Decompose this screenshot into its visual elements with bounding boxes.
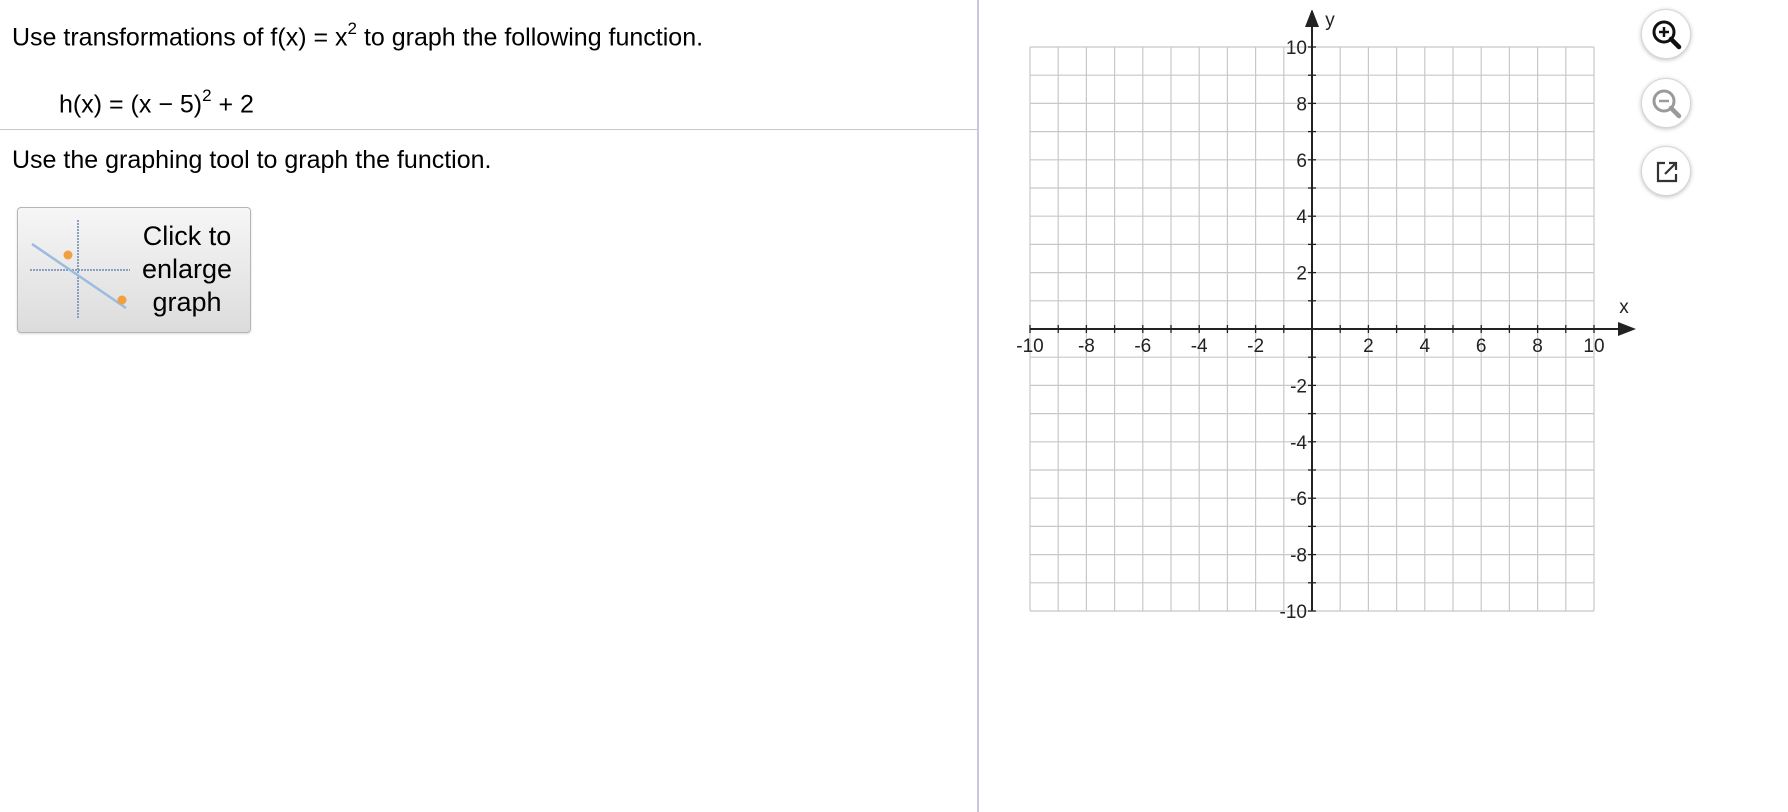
y-tick-label: 2 bbox=[1296, 264, 1307, 285]
y-tick-label: -2 bbox=[1290, 376, 1307, 397]
x-tick-label: 6 bbox=[1476, 336, 1487, 357]
popout-button[interactable] bbox=[1641, 146, 1691, 196]
zoom-out-button[interactable] bbox=[1641, 78, 1691, 128]
function-suffix: + 2 bbox=[211, 90, 254, 119]
external-link-icon bbox=[1656, 161, 1678, 183]
y-tick-label: -10 bbox=[1280, 602, 1307, 623]
y-axis-label: y bbox=[1325, 10, 1335, 31]
graph-thumbnail-icon bbox=[30, 220, 130, 318]
question-exponent: 2 bbox=[347, 19, 357, 38]
function-prefix: h(x) = (x − 5) bbox=[59, 90, 203, 119]
y-tick-label: -6 bbox=[1290, 489, 1307, 510]
x-tick-label: 2 bbox=[1363, 336, 1374, 357]
y-tick-label: 8 bbox=[1296, 94, 1307, 115]
enlarge-label-line2: enlarge bbox=[141, 254, 233, 284]
x-tick-label: -8 bbox=[1078, 336, 1095, 357]
y-tick-label: -8 bbox=[1290, 546, 1307, 567]
x-tick-label: 10 bbox=[1583, 336, 1604, 357]
x-tick-label: 4 bbox=[1420, 336, 1431, 357]
instruction-text: Use the graphing tool to graph the funct… bbox=[12, 146, 492, 174]
x-tick-label: 8 bbox=[1532, 336, 1543, 357]
x-tick-label: -2 bbox=[1247, 336, 1264, 357]
x-axis-label: x bbox=[1619, 297, 1629, 318]
y-tick-label: 6 bbox=[1296, 151, 1307, 172]
enlarge-label-line3: graph bbox=[152, 287, 222, 317]
enlarge-graph-button[interactable]: Click to enlarge graph bbox=[17, 207, 251, 333]
enlarge-label-line1: Click to bbox=[142, 221, 232, 251]
x-tick-label: -10 bbox=[1016, 336, 1043, 357]
y-axis-arrow bbox=[1305, 10, 1319, 27]
zoom-out-icon bbox=[1652, 89, 1682, 119]
question-text: Use transformations of f(x) = x2 to grap… bbox=[12, 15, 703, 53]
x-tick-label: -6 bbox=[1134, 336, 1151, 357]
zoom-in-button[interactable] bbox=[1641, 9, 1691, 59]
y-tick-label: 4 bbox=[1296, 207, 1307, 228]
x-tick-label: -4 bbox=[1191, 336, 1208, 357]
enlarge-graph-label: Click to enlarge graph bbox=[131, 220, 243, 319]
function-expression: h(x) = (x − 5)2 + 2 bbox=[59, 82, 254, 120]
y-tick-label: 10 bbox=[1286, 38, 1307, 59]
y-tick-label: -4 bbox=[1290, 433, 1307, 454]
x-axis-arrow bbox=[1618, 322, 1636, 336]
zoom-in-icon bbox=[1652, 20, 1682, 50]
question-divider bbox=[0, 129, 977, 130]
question-suffix: to graph the following function. bbox=[357, 23, 704, 52]
panel-divider bbox=[977, 0, 979, 812]
coordinate-graph[interactable]: -10 -8 -6 -4 -2 2 4 6 8 10 10 8 6 4 2 -2 -4 -6 -8 -10 x y bbox=[1000, 10, 1640, 630]
question-prefix: Use transformations of f(x) = x bbox=[12, 23, 348, 52]
function-exponent: 2 bbox=[202, 86, 212, 105]
